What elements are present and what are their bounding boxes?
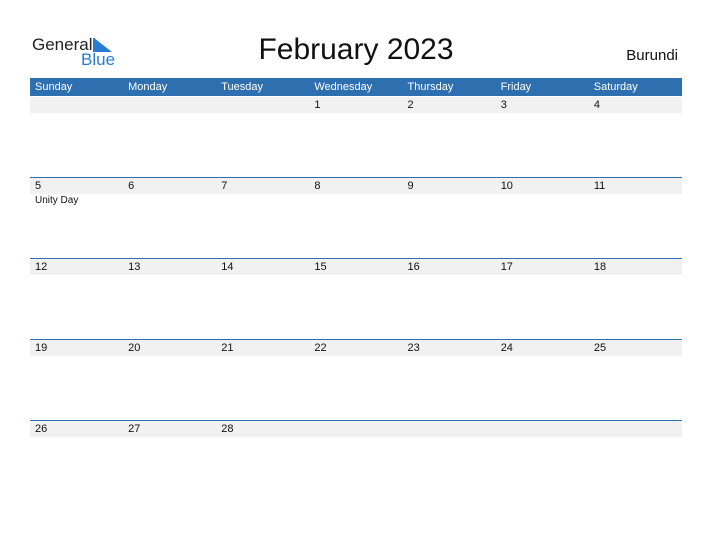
day-cell: 8 — [309, 178, 402, 259]
day-cell: 11 — [589, 178, 682, 259]
day-cell: 19 — [30, 340, 123, 421]
day-cell: 21 — [216, 340, 309, 421]
day-cell: 7 — [216, 178, 309, 259]
day-cell: 4 — [589, 97, 682, 178]
day-cell: 26 — [30, 421, 123, 502]
day-number: 3 — [500, 99, 507, 111]
day-cell — [30, 97, 123, 178]
day-cell: 2 — [403, 97, 496, 178]
day-number: 25 — [593, 342, 607, 354]
weekday-sunday: Sunday — [35, 81, 73, 93]
day-number: 14 — [221, 261, 234, 273]
day-cell: 25 — [589, 340, 682, 421]
day-number: 11 — [593, 180, 606, 192]
day-cell: 20 — [123, 340, 216, 421]
day-cell: 3 — [496, 97, 589, 178]
day-number: 18 — [593, 261, 607, 273]
day-cell — [309, 421, 402, 502]
day-cell: 13 — [123, 259, 216, 340]
day-number: 9 — [407, 180, 414, 192]
day-cell: 18 — [589, 259, 682, 340]
weekday-saturday: Saturday — [593, 81, 638, 93]
day-number: 6 — [128, 180, 135, 192]
day-number: 22 — [314, 342, 327, 354]
day-cell — [496, 421, 589, 502]
day-number: 13 — [128, 261, 141, 273]
day-cell: 17 — [496, 259, 589, 340]
week-row: 19 20 21 22 23 24 25 — [30, 339, 682, 421]
holiday-label: Unity Day — [35, 195, 79, 206]
day-cell: 23 — [403, 340, 496, 421]
day-number: 17 — [500, 261, 513, 273]
weekday-thursday: Thursday — [407, 81, 454, 93]
day-cell — [216, 97, 309, 178]
day-cell: 24 — [496, 340, 589, 421]
day-number: 7 — [221, 180, 228, 192]
day-number: 2 — [407, 99, 414, 111]
day-number: 27 — [128, 423, 141, 435]
day-number: 24 — [500, 342, 513, 354]
day-cell: 16 — [403, 259, 496, 340]
day-cell: 28 — [216, 421, 309, 502]
day-number: 1 — [314, 99, 321, 111]
country-label: Burundi — [626, 47, 678, 64]
day-number: 12 — [35, 261, 48, 273]
page-title: February 2023 — [258, 33, 454, 66]
day-cell: 9 — [403, 178, 496, 259]
weekday-tuesday: Tuesday — [221, 81, 264, 93]
day-number: 10 — [500, 180, 513, 192]
week-row: 26 27 28 — [30, 420, 682, 502]
day-cell: 12 — [30, 259, 123, 340]
day-number: 21 — [221, 342, 234, 354]
week-row: 1 2 3 4 — [30, 97, 682, 178]
day-number: 19 — [35, 342, 48, 354]
day-cell — [403, 421, 496, 502]
day-number: 4 — [593, 99, 600, 111]
day-number: 23 — [407, 342, 420, 354]
day-cell: 10 — [496, 178, 589, 259]
day-number: 8 — [314, 180, 321, 192]
weekday-header: Sunday Monday Tuesday Wednesday Thursday… — [30, 78, 682, 96]
day-number: 28 — [221, 423, 234, 435]
day-number: 26 — [35, 423, 48, 435]
day-cell: 14 — [216, 259, 309, 340]
day-number: 5 — [35, 180, 42, 192]
weekday-wednesday: Wednesday — [314, 81, 373, 93]
day-cell: 22 — [309, 340, 402, 421]
day-cell — [123, 97, 216, 178]
week-row: 12 13 14 15 16 17 18 — [30, 258, 682, 340]
day-cell: 1 — [309, 97, 402, 178]
weekday-monday: Monday — [128, 81, 168, 93]
weekday-friday: Friday — [500, 81, 532, 93]
day-cell: 6 — [123, 178, 216, 259]
week-row: 5 Unity Day 6 7 8 9 10 11 — [30, 177, 682, 259]
day-number: 16 — [407, 261, 420, 273]
day-cell — [589, 421, 682, 502]
day-number: 20 — [128, 342, 141, 354]
day-number: 15 — [314, 261, 327, 273]
day-cell: 15 — [309, 259, 402, 340]
day-cell: 5 Unity Day — [30, 178, 123, 259]
day-cell: 27 — [123, 421, 216, 502]
